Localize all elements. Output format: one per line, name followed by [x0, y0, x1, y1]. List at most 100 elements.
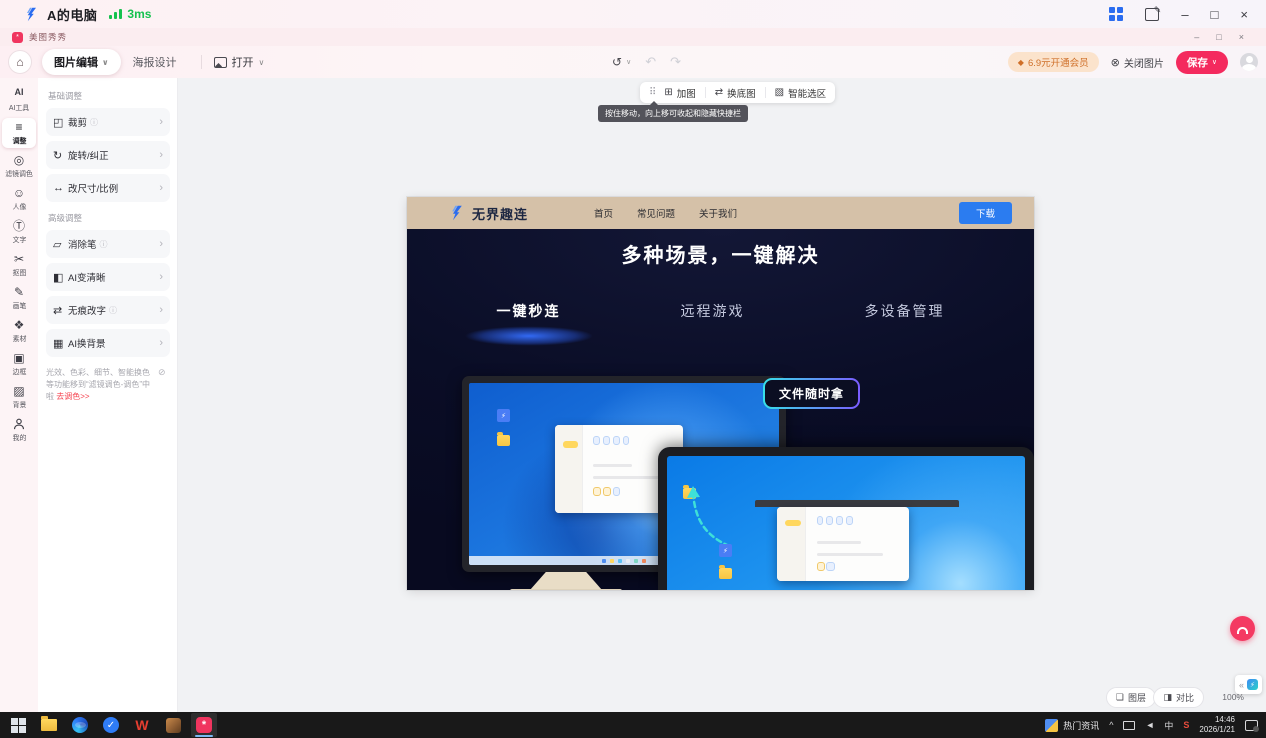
eraser-icon: ▱: [53, 238, 68, 251]
volume-icon[interactable]: ◄: [1145, 720, 1154, 730]
tool-rotate[interactable]: ↻ 旋转/纠正 ›: [46, 141, 170, 169]
tool-eraser-pen[interactable]: ▱ 消除笔 ⓘ ›: [46, 230, 170, 258]
taskbar-clock[interactable]: 14:46 2026/1/21: [1199, 715, 1235, 736]
tool-label: 改尺寸/比例: [68, 181, 118, 195]
undo-icon[interactable]: ↶: [645, 54, 656, 70]
membership-offer-button[interactable]: ◆ 6.9元开通会员: [1008, 52, 1099, 72]
person-icon: [13, 418, 25, 431]
site-hero: 多种场景，一键解决 一键秒连 远程游戏 多设备管理 ⚡: [407, 229, 1034, 590]
notification-icon[interactable]: [1245, 720, 1258, 731]
taskbar-edge-browser[interactable]: [67, 713, 93, 737]
history-icon[interactable]: ↺: [612, 55, 622, 69]
chevron-down-icon: ∨: [259, 58, 265, 67]
swap-base-image-button[interactable]: ⇄ 换底图: [715, 86, 756, 100]
edited-image[interactable]: 无界趣连 首页 常见问题 关于我们 下载 多种场景，一键解决 一键秒连 远程游戏…: [407, 197, 1034, 590]
app-maximize-button[interactable]: □: [1216, 32, 1221, 42]
sidebar-item-frame[interactable]: ▣ 边框: [0, 348, 38, 380]
site-heading: 多种场景，一键解决: [407, 229, 1034, 268]
section-title: 高级调整: [48, 212, 169, 224]
remote-device-name: A的电脑: [47, 5, 97, 24]
taskbar-wps[interactable]: W: [129, 713, 155, 737]
notice-link[interactable]: 去调色>>: [56, 392, 89, 401]
drag-handle-icon[interactable]: ⠿: [649, 87, 655, 98]
tab-poster-design-label: 海报设计: [133, 54, 177, 70]
system-tray: 热门资讯 ^ ◄ 中 S 14:46 2026/1/21: [1045, 715, 1266, 736]
sidebar-label: 边框: [12, 366, 26, 376]
news-label: 热门资讯: [1063, 719, 1099, 732]
sidebar-item-portrait[interactable]: ☺ 人像: [0, 183, 38, 215]
sidebar-item-background[interactable]: ▨ 背景: [0, 381, 38, 413]
smart-select-button[interactable]: ▧ 智能选区: [775, 86, 826, 100]
tool-label: 裁剪: [68, 115, 87, 129]
sidebar-item-adjust[interactable]: ≡ 调整: [0, 117, 38, 149]
sidebar-item-mine[interactable]: 我的: [0, 414, 38, 446]
editor-canvas[interactable]: ⠿ ⊞ 加图 ⇄ 换底图 ▧ 智能选区 按住移动，向上移可收起和隐藏快捷栏: [178, 78, 1266, 712]
news-widget[interactable]: 热门资讯: [1045, 719, 1099, 732]
sidebar-label: 人像: [12, 201, 26, 211]
sidebar-item-material[interactable]: ❖ 素材: [0, 315, 38, 347]
tool-label: AI变清晰: [68, 270, 105, 284]
tool-label: 无痕改字: [68, 303, 106, 317]
sidebar-item-ai-tools[interactable]: AI AI工具: [0, 84, 38, 116]
meitu-logo-icon: *: [12, 32, 23, 43]
display-icon[interactable]: [1123, 721, 1135, 730]
add-image-icon: ⊞: [664, 87, 672, 98]
history-caret-icon[interactable]: ∨: [626, 58, 631, 66]
remote-maximize-button[interactable]: □: [1211, 8, 1219, 21]
sidebar-item-filters[interactable]: ◎ 滤镜调色: [0, 150, 38, 182]
tool-ai-background[interactable]: ▦ AI换背景 ›: [46, 329, 170, 357]
redo-icon[interactable]: ↷: [670, 54, 681, 70]
headset-icon: [1237, 627, 1248, 634]
tab-photo-edit[interactable]: 图片编辑 ∨: [42, 49, 121, 75]
sidebar-item-cutout[interactable]: ✂ 抠图: [0, 249, 38, 281]
close-circle-icon: ⊗: [1111, 56, 1120, 69]
save-button[interactable]: 保存 ∨: [1176, 51, 1228, 74]
taskbar-check-app[interactable]: ✓: [98, 713, 124, 737]
sogou-icon[interactable]: S: [1183, 720, 1189, 730]
home-button[interactable]: ⌂: [8, 50, 32, 74]
app-minimize-button[interactable]: –: [1194, 32, 1199, 42]
site-logo-icon: [449, 205, 465, 221]
add-image-button[interactable]: ⊞ 加图: [664, 86, 695, 100]
taskbar-meitu-active[interactable]: *: [191, 713, 217, 737]
remote-close-button[interactable]: ×: [1240, 8, 1248, 21]
quickbar-tooltip: 按住移动，向上移可收起和隐藏快捷栏: [598, 105, 748, 122]
taskbar-app[interactable]: [160, 713, 186, 737]
remote-apps-grid-icon[interactable]: [1109, 7, 1123, 21]
chevron-right-icon: ›: [159, 116, 163, 128]
save-caret-icon: ∨: [1212, 58, 1217, 66]
sidebar-item-text[interactable]: Ⓣ 文字: [0, 216, 38, 248]
close-image-label: 关闭图片: [1124, 55, 1164, 70]
start-button[interactable]: [5, 713, 31, 737]
tool-label: AI换背景: [68, 336, 105, 350]
popup-logo-icon: ⚡: [1247, 679, 1258, 690]
tool-ai-sharpen[interactable]: ◧ AI变清晰 ›: [46, 263, 170, 291]
tool-resize[interactable]: ↔ 改尺寸/比例 ›: [46, 174, 170, 202]
home-icon: ⌂: [16, 55, 23, 69]
compare-button[interactable]: ◨ 对比: [1153, 687, 1204, 708]
tray-expand-icon[interactable]: ^: [1109, 720, 1113, 730]
open-button[interactable]: 打开 ∨: [214, 54, 265, 70]
collapsed-panel-popup[interactable]: « ⚡: [1235, 675, 1262, 694]
taskbar-file-explorer[interactable]: [36, 713, 62, 737]
app-close-button[interactable]: ×: [1239, 32, 1244, 42]
dismiss-icon[interactable]: ⊘: [158, 367, 166, 378]
tab-poster-design[interactable]: 海报设计: [121, 49, 189, 75]
site-nav-home: 首页: [594, 206, 613, 220]
text-edit-icon: ⇄: [53, 304, 68, 317]
remote-edit-icon[interactable]: ✎: [1145, 8, 1159, 21]
ime-indicator[interactable]: 中: [1164, 719, 1173, 732]
layers-button[interactable]: ❏ 图层: [1106, 687, 1156, 708]
tool-crop[interactable]: ◰ 裁剪 ⓘ ›: [46, 108, 170, 136]
sidebar-item-brush[interactable]: ✎ 画笔: [0, 282, 38, 314]
customer-service-button[interactable]: [1230, 616, 1255, 641]
pencil-icon: ✎: [14, 286, 24, 299]
site-tab-quick-connect: 一键秒连: [497, 301, 561, 321]
user-avatar[interactable]: [1240, 53, 1258, 71]
feature-badge: 文件随时拿: [763, 378, 860, 409]
close-image-button[interactable]: ⊗ 关闭图片: [1111, 55, 1164, 70]
layers-icon: ❏: [1116, 692, 1124, 703]
add-image-label: 加图: [677, 86, 696, 100]
remote-minimize-button[interactable]: –: [1181, 8, 1188, 21]
tool-seamless-text-edit[interactable]: ⇄ 无痕改字 ⓘ ›: [46, 296, 170, 324]
